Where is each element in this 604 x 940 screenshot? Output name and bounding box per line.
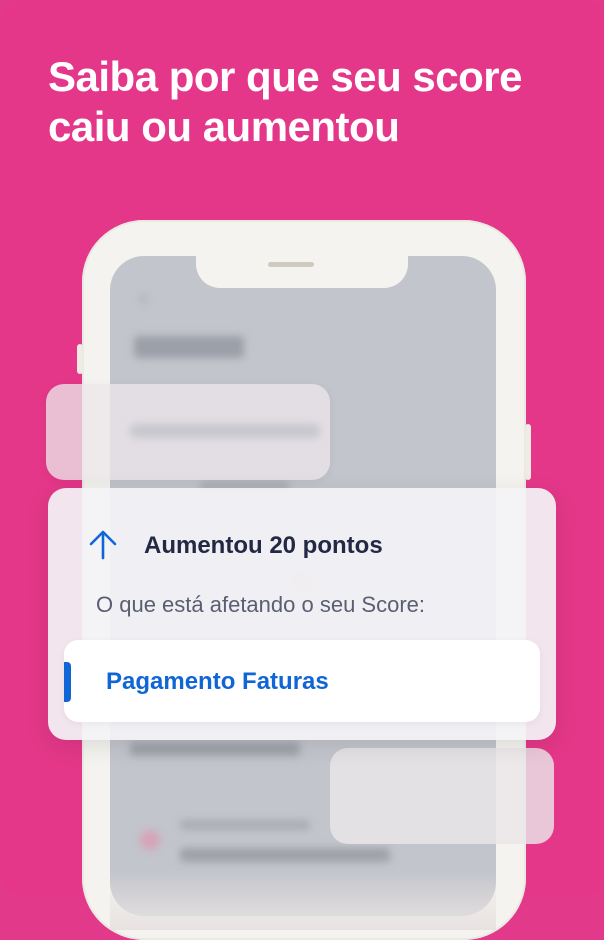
factor-item-pagamento-faturas[interactable]: Pagamento Faturas — [64, 640, 540, 722]
score-factors-subtitle: O que está afetando o seu Score: — [96, 592, 426, 617]
blurred-back-icon: ‹ — [140, 285, 148, 310]
blurred-text-line — [130, 742, 300, 756]
blurred-list-icon — [140, 830, 160, 850]
blurred-text-line — [130, 424, 320, 438]
blurred-text-line — [180, 820, 310, 830]
blurred-screen-title — [134, 336, 244, 358]
screen-fade — [110, 870, 496, 930]
frosted-card-bottom — [330, 748, 554, 844]
frosted-card-top — [46, 384, 330, 480]
phone-speaker — [268, 262, 314, 267]
factor-accent-bar — [64, 662, 71, 702]
factor-label: Pagamento Faturas — [106, 668, 329, 695]
arrow-up-icon — [89, 530, 117, 560]
phone-notch — [196, 256, 408, 288]
blurred-text-line — [180, 848, 390, 862]
score-change-title: Aumentou 20 pontos — [144, 532, 383, 559]
headline: Saiba por que seu score caiu ou aumentou — [48, 53, 523, 150]
